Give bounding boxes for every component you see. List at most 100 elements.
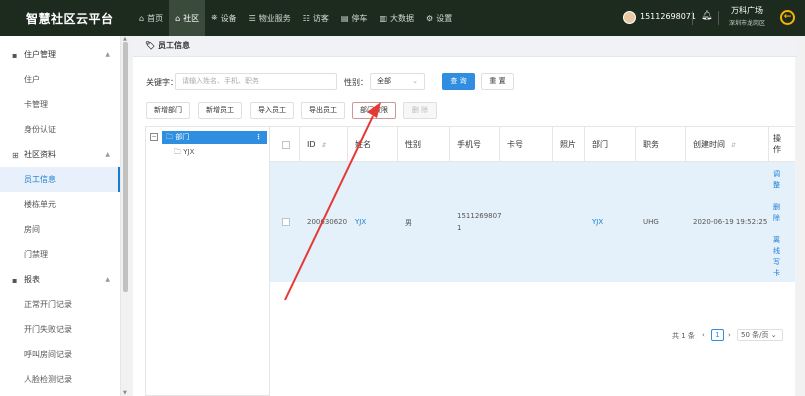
cell-gender: 男 — [405, 219, 412, 227]
import-staff-button[interactable]: 导入员工 — [250, 102, 294, 119]
add-dept-button[interactable]: 新增部门 — [146, 102, 190, 119]
main-content: 🏷︎ 员工信息 关键字： 请输入姓名、手机、职务 性别： 全部 ⌄ 查 询 重 置… — [133, 36, 805, 396]
nav-bigdata[interactable]: ▥ 大数据 — [373, 0, 420, 36]
visitor-icon: ☷ — [302, 13, 310, 23]
nav-visitor[interactable]: ☷ 访客 — [297, 0, 335, 36]
page-size-select[interactable]: 50 条/页 ⌄ — [737, 329, 783, 341]
cell-phone: 1511269807 — [457, 212, 502, 220]
nav-device[interactable]: ⛯ 设备 — [205, 0, 242, 36]
tree-node-root[interactable]: − 🗀︎ 部门 ⋮ — [148, 131, 267, 144]
page-title-text: 员工信息 — [157, 41, 190, 50]
column-header-actions: 操作 — [773, 134, 781, 154]
prev-page-icon[interactable]: ‹ — [702, 331, 705, 339]
tree-node-label: 部门 — [175, 133, 190, 141]
column-header-title: 职务 — [643, 140, 659, 149]
chevron-up-icon: ▲ — [105, 151, 110, 158]
cell-created: 2020-06-19 19:52:25 — [693, 218, 768, 226]
page-number[interactable]: 1 — [711, 329, 724, 341]
table-row[interactable]: 200630620 YJX 男 1511269807 1 YJX UHG 202… — [270, 162, 795, 282]
sidebar-item-residents[interactable]: 住户 — [0, 67, 120, 92]
page-scrollbar[interactable] — [797, 36, 805, 396]
sidebar-item-identity[interactable]: 身份认证 — [0, 117, 120, 142]
chart-icon: ▥ — [379, 13, 388, 23]
dept-permission-button[interactable]: 部门权限 — [352, 102, 396, 119]
tag-icon: 🏷︎ — [145, 41, 158, 50]
cell-dept: YJX — [592, 218, 604, 226]
sidebar-group-community[interactable]: ⊞ 社区资料 ▲ — [0, 142, 120, 167]
keyword-input[interactable]: 请输入姓名、手机、职务 — [175, 73, 337, 90]
nav-label: 社区 — [183, 13, 200, 23]
sidebar-item-rooms[interactable]: 房间 — [0, 217, 120, 242]
tree-node-selected[interactable]: 🗀︎ 部门 ⋮ — [162, 131, 267, 144]
cell-name[interactable]: YJX — [355, 218, 366, 226]
delete-button[interactable]: 删 除 — [403, 102, 437, 119]
cell-title: UHG — [643, 218, 659, 226]
row-checkbox[interactable] — [282, 218, 290, 226]
nav-property[interactable]: ☰ 物业服务 — [243, 0, 297, 36]
export-staff-button[interactable]: 导出员工 — [301, 102, 345, 119]
scroll-down-icon[interactable]: ▼ — [123, 390, 127, 396]
nav-settings[interactable]: ⚙ 设置 — [420, 0, 458, 36]
nav-label: 停车 — [351, 13, 368, 23]
chevron-up-icon: ▲ — [105, 51, 110, 58]
home-icon: ⌂ — [139, 13, 145, 23]
bell-icon[interactable]: 🔔︎ — [701, 11, 712, 21]
site-area: 深圳市龙岗区 — [728, 20, 765, 27]
sidebar-item-open-records[interactable]: 正常开门记录 — [0, 292, 120, 317]
edit-link[interactable]: 调整 — [773, 169, 783, 191]
nav-parking[interactable]: ▤ 停车 — [335, 0, 374, 36]
offline-write-card-link[interactable]: 离线写卡 — [773, 235, 783, 279]
add-staff-button[interactable]: 新增员工 — [198, 102, 242, 119]
nav-label: 大数据 — [390, 13, 415, 23]
search-button[interactable]: 查 询 — [442, 73, 475, 90]
report-icon: ▪ — [12, 275, 18, 285]
sidebar-group-label: 社区资料 — [24, 150, 56, 159]
folder-icon: 🗀︎ — [174, 148, 184, 156]
tree-node-child[interactable]: 🗀︎ YJX — [174, 148, 194, 159]
user-phone[interactable]: 15112698071 — [640, 12, 696, 21]
column-header-id[interactable]: ID — [307, 127, 327, 163]
cell-id: 200630620 — [307, 218, 348, 226]
cell-phone-cont: 1 — [457, 224, 462, 232]
column-header-phone: 手机号 — [457, 140, 481, 149]
delete-link[interactable]: 删除 — [773, 202, 783, 224]
service-icon: ☰ — [248, 13, 256, 23]
sidebar-item-fail-records[interactable]: 开门失败记录 — [0, 317, 120, 342]
avatar[interactable] — [623, 11, 636, 24]
sidebar-item-call-records[interactable]: 呼叫房间记录 — [0, 342, 120, 367]
parking-icon: ▤ — [340, 13, 349, 23]
top-bar: 智慧社区云平台 ⌂ 首页 ⌂ 社区 ⛯ 设备 ☰ 物业服务 ☷ 访客 ▤ 停车 ▥ 大数据 ⚙… — [0, 0, 805, 36]
gear-icon: ⚙ — [426, 13, 434, 23]
logout-icon[interactable]: ← — [780, 10, 795, 25]
site-switcher[interactable]: 万科广场 深圳市龙岗区 — [722, 5, 772, 27]
collapse-icon[interactable]: − — [150, 133, 158, 141]
column-header-created[interactable]: 创建时间 — [693, 127, 736, 163]
more-icon[interactable]: ⋮ — [255, 131, 262, 144]
nav-label: 访客 — [312, 13, 329, 23]
page-title: 🏷︎ 员工信息 — [145, 40, 190, 51]
sidebar-item-cards[interactable]: 卡管理 — [0, 92, 120, 117]
sidebar-group-label: 住户管理 — [24, 50, 56, 59]
column-header-card: 卡号 — [507, 140, 523, 149]
column-header-name: 姓名 — [355, 140, 371, 149]
gender-select[interactable]: 全部 ⌄ — [370, 73, 425, 90]
sidebar-item-buildings[interactable]: 楼栋单元 — [0, 192, 120, 217]
sidebar-item-access[interactable]: 门禁理 — [0, 242, 120, 267]
chevron-down-icon: ⌄ — [412, 77, 418, 85]
next-page-icon[interactable]: › — [728, 331, 731, 339]
select-all-checkbox[interactable] — [282, 141, 290, 149]
nav-home[interactable]: ⌂ 首页 — [133, 0, 169, 36]
nav-label: 物业服务 — [258, 13, 291, 23]
scroll-thumb[interactable] — [123, 42, 128, 292]
chevron-up-icon: ▲ — [105, 276, 110, 283]
sidebar-scrollbar[interactable]: ▲ ▼ — [121, 36, 130, 396]
nav-community[interactable]: ⌂ 社区 — [169, 0, 206, 36]
gender-value: 全部 — [377, 77, 391, 85]
divider — [718, 11, 719, 25]
sidebar-group-reports[interactable]: ▪ 报表 ▲ — [0, 267, 120, 292]
reset-button[interactable]: 重 置 — [481, 73, 514, 90]
sidebar-item-face-records[interactable]: 人脸检测记录 — [0, 367, 120, 392]
nav-label: 首页 — [147, 13, 164, 23]
sidebar-item-staff[interactable]: 员工信息 — [0, 167, 120, 192]
sidebar-group-residents[interactable]: ▪ 住户管理 ▲ — [0, 42, 120, 67]
